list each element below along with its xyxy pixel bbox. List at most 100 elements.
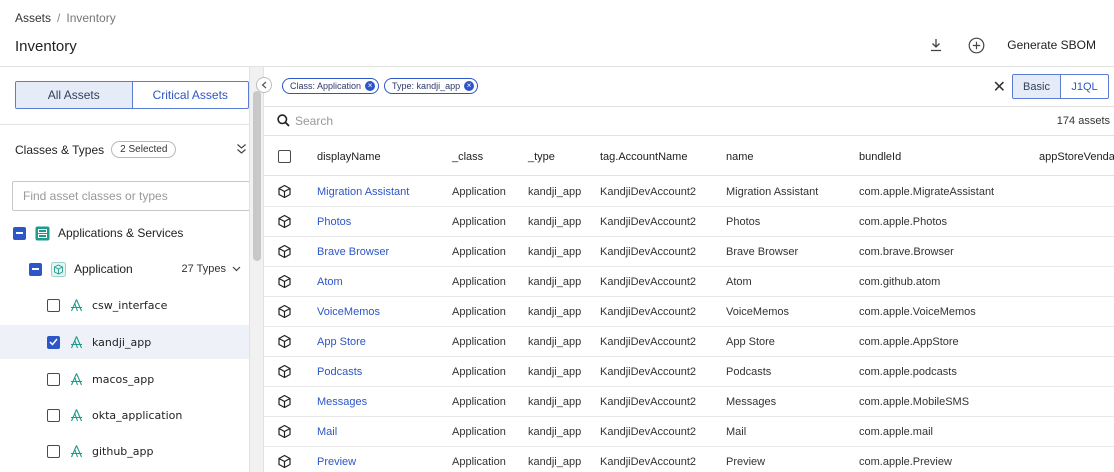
cell-name: Podcasts (726, 366, 772, 378)
generate-sbom-button[interactable]: Generate SBOM (1007, 38, 1096, 52)
cube-icon (277, 394, 292, 412)
cell-display-name[interactable]: VoiceMemos (317, 306, 380, 318)
table-row[interactable]: Photos Application kandji_app KandjiDevAcco… (264, 207, 1114, 237)
table-row[interactable]: Mail Application kandji_app KandjiDevAccoun… (264, 417, 1114, 447)
table-row[interactable]: Podcasts Application kandji_app KandjiDevAc… (264, 357, 1114, 387)
breadcrumb-separator: / (57, 11, 61, 25)
classes-types-label: Classes & Types (15, 142, 105, 157)
all-assets-tab[interactable]: All Assets (16, 82, 133, 108)
cell-display-name[interactable]: Messages (317, 396, 367, 408)
cell-bundle-id: com.apple.MigrateAssistant (859, 186, 995, 198)
select-all-checkbox[interactable] (278, 150, 291, 163)
table-row[interactable]: VoiceMemos Application kandji_app KandjiDev… (264, 297, 1114, 327)
cell-display-name[interactable]: Preview (317, 456, 356, 468)
types-count-dropdown[interactable]: 27 Types (182, 263, 241, 275)
type-checkbox[interactable] (47, 444, 60, 458)
cell-display-name[interactable]: Brave Browser (317, 246, 389, 258)
cell-display-name[interactable]: Mail (317, 426, 337, 438)
column-header[interactable]: appStoreVendal (1039, 151, 1114, 163)
page-title: Inventory (15, 38, 77, 55)
basic-mode-tab[interactable]: Basic (1013, 75, 1061, 98)
sidebar-scrollbar[interactable] (250, 67, 264, 472)
group-checkbox[interactable] (13, 226, 26, 240)
app-store-icon (69, 372, 84, 387)
filter-chip-label: Class: Application (290, 81, 362, 91)
tree-type-item[interactable]: kandji_app (0, 325, 249, 359)
tree-type-item[interactable]: okta_application (0, 398, 249, 432)
cell-display-name[interactable]: Photos (317, 216, 351, 228)
filter-sidebar: All Assets Critical Assets Classes & Typ… (0, 67, 250, 472)
class-label: Application (74, 262, 133, 276)
cell-type: kandji_app (528, 366, 582, 378)
filter-chip[interactable]: Type: kandji_app × (384, 78, 479, 94)
table-row[interactable]: Migration Assistant Application kandji_app… (264, 177, 1114, 207)
download-icon[interactable] (927, 36, 945, 54)
cell-type: kandji_app (528, 336, 582, 348)
class-checkbox[interactable] (29, 262, 42, 276)
table-row[interactable]: Atom Application kandji_app KandjiDevAccoun… (264, 267, 1114, 297)
j1ql-mode-tab[interactable]: J1QL (1061, 75, 1108, 98)
cell-name: App Store (726, 336, 775, 348)
application-icon (51, 261, 66, 277)
tree-class-application[interactable]: Application 27 Types (0, 252, 249, 286)
type-checkbox[interactable] (47, 335, 60, 349)
tree-type-item[interactable]: csw_interface (0, 288, 249, 322)
type-checkbox[interactable] (47, 372, 60, 386)
cell-name: Migration Assistant (726, 186, 819, 198)
column-header[interactable]: displayName (317, 151, 381, 163)
cell-class: Application (452, 426, 506, 438)
cell-display-name[interactable]: Podcasts (317, 366, 362, 378)
cell-display-name[interactable]: Migration Assistant (317, 186, 409, 198)
cell-name: Messages (726, 396, 777, 408)
find-classes-input[interactable] (12, 181, 249, 211)
type-checkbox[interactable] (47, 298, 60, 312)
table-header: displayName _class _type tag.AccountName… (264, 137, 1114, 176)
cell-bundle-id: com.apple.Photos (859, 216, 948, 228)
column-header[interactable]: _class (452, 151, 483, 163)
cell-display-name[interactable]: App Store (317, 336, 366, 348)
cube-icon (277, 364, 292, 382)
cell-bundle-id: com.apple.MobileSMS (859, 396, 970, 408)
add-circle-icon[interactable] (967, 36, 985, 54)
cell-bundle-id: com.apple.AppStore (859, 336, 959, 348)
search-input[interactable] (295, 112, 895, 130)
collapse-sidebar-button[interactable] (256, 77, 272, 93)
table-row[interactable]: Preview Application kandji_app KandjiDevAcc… (264, 447, 1114, 472)
app-store-icon (69, 408, 84, 423)
tree-group-applications-services[interactable]: Applications & Services (0, 216, 249, 250)
cell-class: Application (452, 456, 506, 468)
selected-count-badge: 2 Selected (111, 141, 177, 158)
column-header[interactable]: name (726, 151, 754, 163)
filter-chip[interactable]: Class: Application × (282, 78, 380, 94)
breadcrumb-assets[interactable]: Assets (15, 11, 51, 25)
table-row[interactable]: App Store Application kandji_app KandjiDevA… (264, 327, 1114, 357)
clear-filters-icon[interactable]: ✕ (993, 77, 1006, 97)
scrollbar-thumb[interactable] (253, 91, 261, 261)
cell-bundle-id: com.apple.Preview (859, 456, 952, 468)
tree-type-item[interactable]: macos_app (0, 362, 249, 396)
column-header[interactable]: _type (528, 151, 555, 163)
type-checkbox[interactable] (47, 408, 60, 422)
cell-account-name: KandjiDevAccount2 (600, 426, 697, 438)
cell-type: kandji_app (528, 216, 582, 228)
close-icon[interactable]: × (464, 81, 475, 91)
cell-account-name: KandjiDevAccount2 (600, 366, 697, 378)
query-mode-toggle: Basic J1QL (1012, 74, 1109, 99)
column-header[interactable]: tag.AccountName (600, 151, 687, 163)
group-label: Applications & Services (58, 226, 184, 240)
close-icon[interactable]: × (365, 81, 376, 91)
cell-display-name[interactable]: Atom (317, 276, 343, 288)
column-header[interactable]: bundleId (859, 151, 901, 163)
tree-type-item[interactable]: github_app (0, 434, 249, 468)
critical-assets-tab[interactable]: Critical Assets (133, 82, 249, 108)
cube-icon (277, 304, 292, 322)
collapse-all-icon[interactable] (236, 143, 247, 158)
cube-icon (277, 424, 292, 442)
cell-bundle-id: com.github.atom (859, 276, 941, 288)
table-row[interactable]: Messages Application kandji_app KandjiDevAc… (264, 387, 1114, 417)
type-label: macos_app (92, 372, 155, 386)
types-count-label: 27 Types (181, 263, 226, 275)
cell-type: kandji_app (528, 186, 582, 198)
table-row[interactable]: Brave Browser Application kandji_app Kandji… (264, 237, 1114, 267)
cube-icon (277, 454, 292, 472)
